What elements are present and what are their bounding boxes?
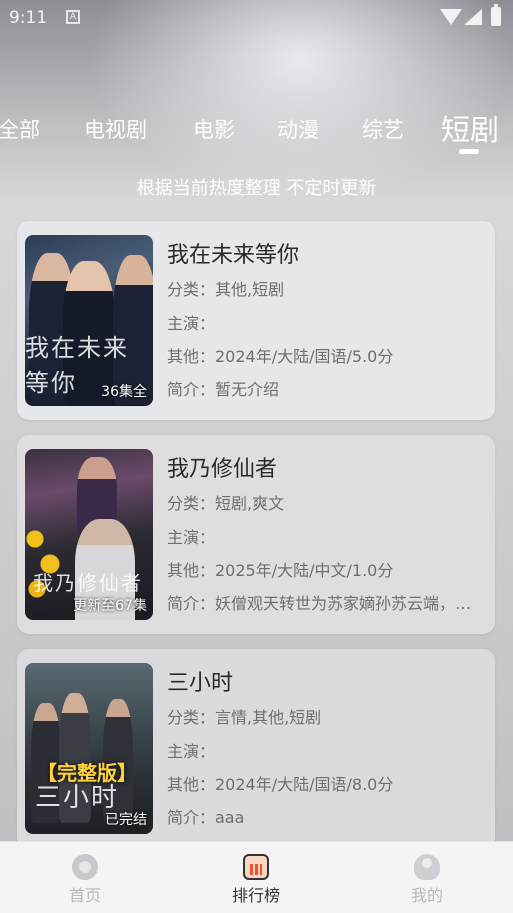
- ranking-icon: [243, 854, 269, 880]
- ranking-subtitle: 根据当前热度整理 不定时更新: [136, 178, 377, 199]
- item-intro: 简介：aaa: [167, 808, 245, 827]
- episode-badge: 已完结: [105, 812, 147, 828]
- status-time: 9:11: [9, 8, 48, 28]
- item-intro: 简介：妖僧观天转世为苏家嫡孙苏云端，在苏家危难之际挺身而出: [167, 594, 487, 613]
- signal-icon: [464, 9, 482, 25]
- poster-image[interactable]: 【完整版】 三小时 已完结: [25, 663, 153, 834]
- home-icon: [72, 854, 98, 880]
- poster-title: 我乃修仙者: [33, 571, 143, 595]
- tab-tv[interactable]: 电视剧: [84, 114, 147, 144]
- poster-image[interactable]: 我在未来等你 36集全: [25, 235, 153, 406]
- tab-anime[interactable]: 动漫: [277, 114, 319, 144]
- item-title[interactable]: 我在未来等你: [167, 237, 299, 269]
- item-other: 其他：2025年/大陆/中文/1.0分: [167, 561, 394, 580]
- list-item[interactable]: 【完整版】 三小时 已完结 三小时 分类：言情,其他,短剧 主演： 其他：202…: [17, 649, 495, 841]
- item-cast: 主演：: [167, 528, 216, 547]
- item-cast: 主演：: [167, 742, 216, 761]
- nav-home[interactable]: 首页: [25, 842, 145, 913]
- tab-all[interactable]: 全部: [0, 114, 40, 144]
- tab-variety[interactable]: 综艺: [362, 114, 404, 144]
- nav-ranking[interactable]: 排行榜: [196, 842, 316, 913]
- nav-profile-label: 我的: [410, 886, 443, 905]
- item-cast: 主演：: [167, 314, 216, 333]
- notification-icon: A: [66, 10, 80, 24]
- item-other: 其他：2024年/大陆/国语/5.0分: [167, 347, 394, 366]
- tab-short-drama[interactable]: 短剧: [441, 107, 499, 149]
- poster-image[interactable]: 我乃修仙者 更新至67集: [25, 449, 153, 620]
- item-intro: 简介：暂无介绍: [167, 380, 280, 399]
- item-category: 分类：言情,其他,短剧: [167, 708, 322, 727]
- item-other: 其他：2024年/大陆/国语/8.0分: [167, 775, 394, 794]
- item-title[interactable]: 我乃修仙者: [167, 451, 277, 483]
- wifi-icon: [440, 9, 462, 25]
- active-tab-indicator: [459, 149, 479, 154]
- episode-badge: 36集全: [101, 384, 147, 400]
- category-tabs: 全部 电视剧 电影 动漫 综艺 短剧: [0, 104, 513, 154]
- nav-ranking-label: 排行榜: [231, 886, 280, 905]
- nav-home-label: 首页: [68, 886, 101, 905]
- tab-movie[interactable]: 电影: [193, 114, 235, 144]
- item-category: 分类：短剧,爽文: [167, 494, 285, 513]
- nav-profile[interactable]: 我的: [367, 842, 487, 913]
- item-title[interactable]: 三小时: [167, 665, 233, 697]
- item-category: 分类：其他,短剧: [167, 280, 285, 299]
- battery-icon: [491, 4, 501, 26]
- profile-icon: [414, 854, 440, 880]
- list-item[interactable]: 我在未来等你 36集全 我在未来等你 分类：其他,短剧 主演： 其他：2024年…: [17, 221, 495, 420]
- bottom-navigation: 首页 排行榜 我的: [0, 841, 513, 913]
- list-item[interactable]: 我乃修仙者 更新至67集 我乃修仙者 分类：短剧,爽文 主演： 其他：2025年…: [17, 435, 495, 634]
- episode-badge: 更新至67集: [73, 598, 147, 614]
- status-bar: 9:11 A: [0, 0, 513, 36]
